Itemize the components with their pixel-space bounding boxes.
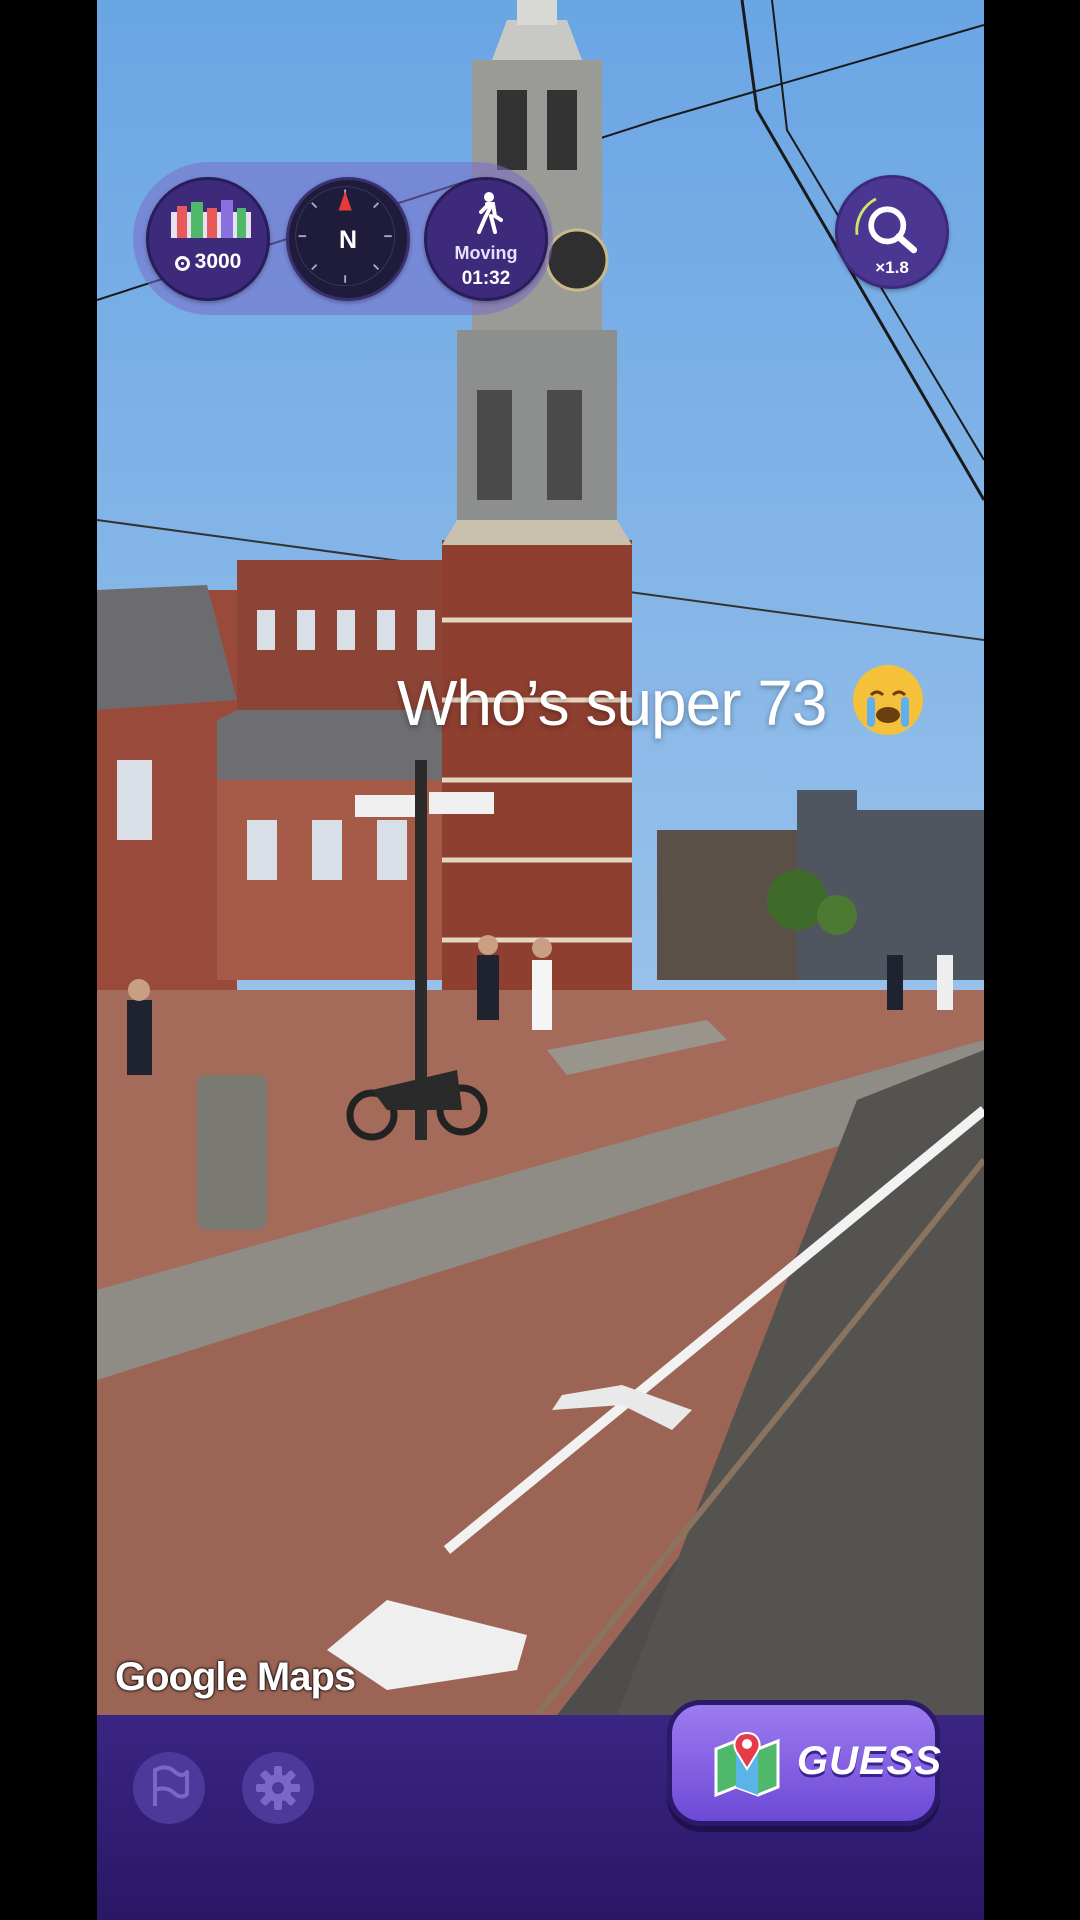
flag-icon	[153, 1765, 189, 1806]
round-timer: 01:32	[461, 268, 511, 289]
city-skyline-icon	[171, 200, 251, 238]
game-screen: 3000 N Moving 01:32 ×1.8 Who’s super 73 …	[97, 0, 984, 1920]
score-badge: 3000	[146, 177, 270, 301]
compass-heading: N	[338, 226, 358, 254]
movement-status: Moving 01:32	[424, 177, 548, 301]
guess-label: GUESS	[797, 1739, 943, 1783]
google-maps-watermark: Google Maps	[115, 1655, 356, 1699]
compass[interactable]: N	[286, 177, 410, 301]
video-caption: Who’s super 73	[397, 665, 984, 740]
gear-icon	[256, 1766, 300, 1810]
map-pin-icon	[714, 1731, 780, 1797]
report-flag-button[interactable]	[133, 1752, 205, 1824]
settings-button[interactable]	[242, 1752, 314, 1824]
zoom-multiplier: ×1.8	[875, 258, 909, 277]
crying-face-icon	[853, 665, 924, 735]
zoom-button[interactable]: ×1.8	[835, 175, 949, 289]
score-value: 3000	[194, 250, 242, 273]
caption-text: Who’s super 73	[397, 667, 827, 739]
guess-button[interactable]: GUESS	[667, 1700, 943, 1826]
target-icon	[174, 256, 190, 271]
movement-label: Moving	[454, 243, 518, 263]
walking-person-icon	[477, 192, 503, 234]
